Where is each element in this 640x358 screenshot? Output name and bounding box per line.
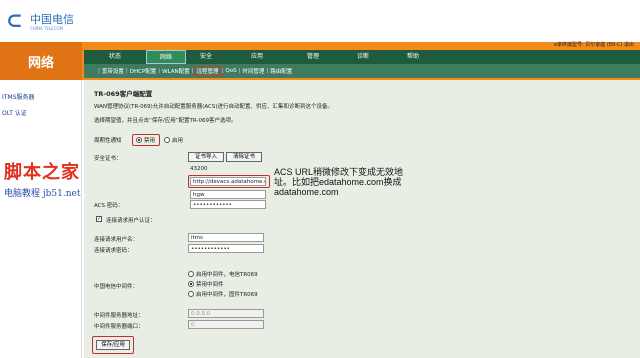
periodic-disable-radio[interactable] <box>136 137 142 143</box>
save-apply-button[interactable]: 保存/应用 <box>96 340 130 350</box>
device-info: e家终端型号: 贝尔家庭 (E8-C) 退出 <box>553 42 634 48</box>
watermark-title: 脚本之家 <box>4 162 80 183</box>
logo-text: 中国电信 <box>30 13 74 26</box>
mw-addr-label: 中间件服务器地址： <box>94 313 144 319</box>
mw-addr-input[interactable]: 0.0.0.0 <box>188 309 264 318</box>
middleware-telecom-radio[interactable] <box>188 271 194 277</box>
periodic-disable-label: 禁用 <box>144 138 156 144</box>
acs-url-input[interactable]: http://devacs.adatahome.c <box>190 177 266 186</box>
main-content: TR-069客户端配置 WAN管理协议(TR-069)允许自动配置服务器(ACS… <box>84 80 640 358</box>
sub-nav: | 宽带设置 | DHCP配置 | WLAN配置 | 远程管理 | QoS | 时间管理 |… <box>84 64 640 78</box>
conn-user-label: 连接请求用户名： <box>94 237 139 243</box>
acs-password-input[interactable]: •••••••••••• <box>190 200 266 209</box>
tab-security[interactable]: 安全 <box>186 50 226 64</box>
tab-management[interactable]: 管理 <box>288 50 338 64</box>
tab-help[interactable]: 帮助 <box>388 50 438 64</box>
sidebar-item-olt[interactable]: OLT 认证 <box>2 108 27 117</box>
sidebar-item-itms[interactable]: ITMS服务器 <box>2 92 34 101</box>
cert-clear-button[interactable]: 清除证书 <box>226 152 262 162</box>
middleware-disable-label: 禁用中间件 <box>196 282 224 288</box>
mw-port-label: 中间件服务器端口： <box>94 324 144 330</box>
annotation-line-1: ACS URL稍微修改下变成无效地 <box>274 167 404 177</box>
middleware-firmware-radio[interactable] <box>188 291 194 297</box>
logo-subtext: CHINA TELECOM <box>30 26 64 31</box>
section-title: 网络 <box>0 42 82 80</box>
subnav-routing[interactable]: 路由配置 <box>268 67 294 75</box>
tab-network[interactable]: 网络 <box>146 50 186 64</box>
periodic-enable-label: 启用 <box>172 138 184 144</box>
subnav-broadband[interactable]: 宽带设置 <box>100 67 126 75</box>
conn-auth-checkbox[interactable]: ✓ <box>96 216 102 222</box>
telecom-logo-icon: ⊂ <box>6 8 23 32</box>
top-header: ⊂ 中国电信 CHINA TELECOM <box>0 0 640 42</box>
tab-status[interactable]: 状态 <box>84 50 146 64</box>
middleware-firmware-label: 启用中间件，固件TR069 <box>196 292 258 298</box>
description-1: WAN管理协议(TR-069)允许自动配置服务器(ACS)进行自动配置、供应、汇… <box>94 104 334 110</box>
periodic-label: 周期性通知 <box>94 138 122 144</box>
subnav-time[interactable]: 时间管理 <box>240 67 266 75</box>
watermark-subtitle: 电脑教程 jb51.net <box>4 189 81 199</box>
description-2: 选择期望值，并且点击“保存/应用”配置TR-069客户选项。 <box>94 118 237 124</box>
acs-username-input[interactable]: hgw <box>190 190 266 199</box>
sidebar: ITMS服务器 OLT 认证 <box>0 80 82 358</box>
subnav-remote-management[interactable]: 远程管理 <box>193 66 222 76</box>
acs-password-label: ACS 密码： <box>94 203 124 209</box>
cert-import-button[interactable]: 证书导入 <box>188 152 224 162</box>
conn-auth-label: 连接请求用户认证： <box>106 218 156 224</box>
periodic-enable-radio[interactable] <box>164 137 170 143</box>
conn-user-input[interactable]: itms <box>188 233 264 242</box>
middleware-label: 中国电信中间件： <box>94 284 139 290</box>
inform-interval-value: 43200 <box>190 166 208 172</box>
security-cert-label: 安全证书： <box>94 156 122 162</box>
middleware-disable-radio[interactable] <box>188 281 194 287</box>
tab-application[interactable]: 应用 <box>226 50 288 64</box>
annotation-line-3: adatahome.com <box>274 187 339 197</box>
conn-pass-label: 连接请求密码： <box>94 248 133 254</box>
watermark: 脚本之家 电脑教程 jb51.net <box>4 158 80 199</box>
tab-diagnostics[interactable]: 诊断 <box>338 50 388 64</box>
annotation-line-2: 址。比如把edatahome.com换成 <box>274 177 402 187</box>
subnav-dhcp[interactable]: DHCP配置 <box>128 67 159 75</box>
subnav-qos[interactable]: QoS <box>223 68 238 74</box>
subnav-wlan[interactable]: WLAN配置 <box>160 67 192 75</box>
mw-port-input[interactable]: 0 <box>188 320 264 329</box>
china-telecom-logo: ⊂ 中国电信 CHINA TELECOM <box>6 6 78 36</box>
main-nav: 状态 网络 安全 应用 管理 诊断 帮助 <box>84 50 640 64</box>
page-title: TR-069客户端配置 <box>94 90 153 98</box>
conn-pass-input[interactable]: •••••••••••• <box>188 244 264 253</box>
middleware-telecom-label: 启用中间件，电信TR069 <box>196 272 258 278</box>
